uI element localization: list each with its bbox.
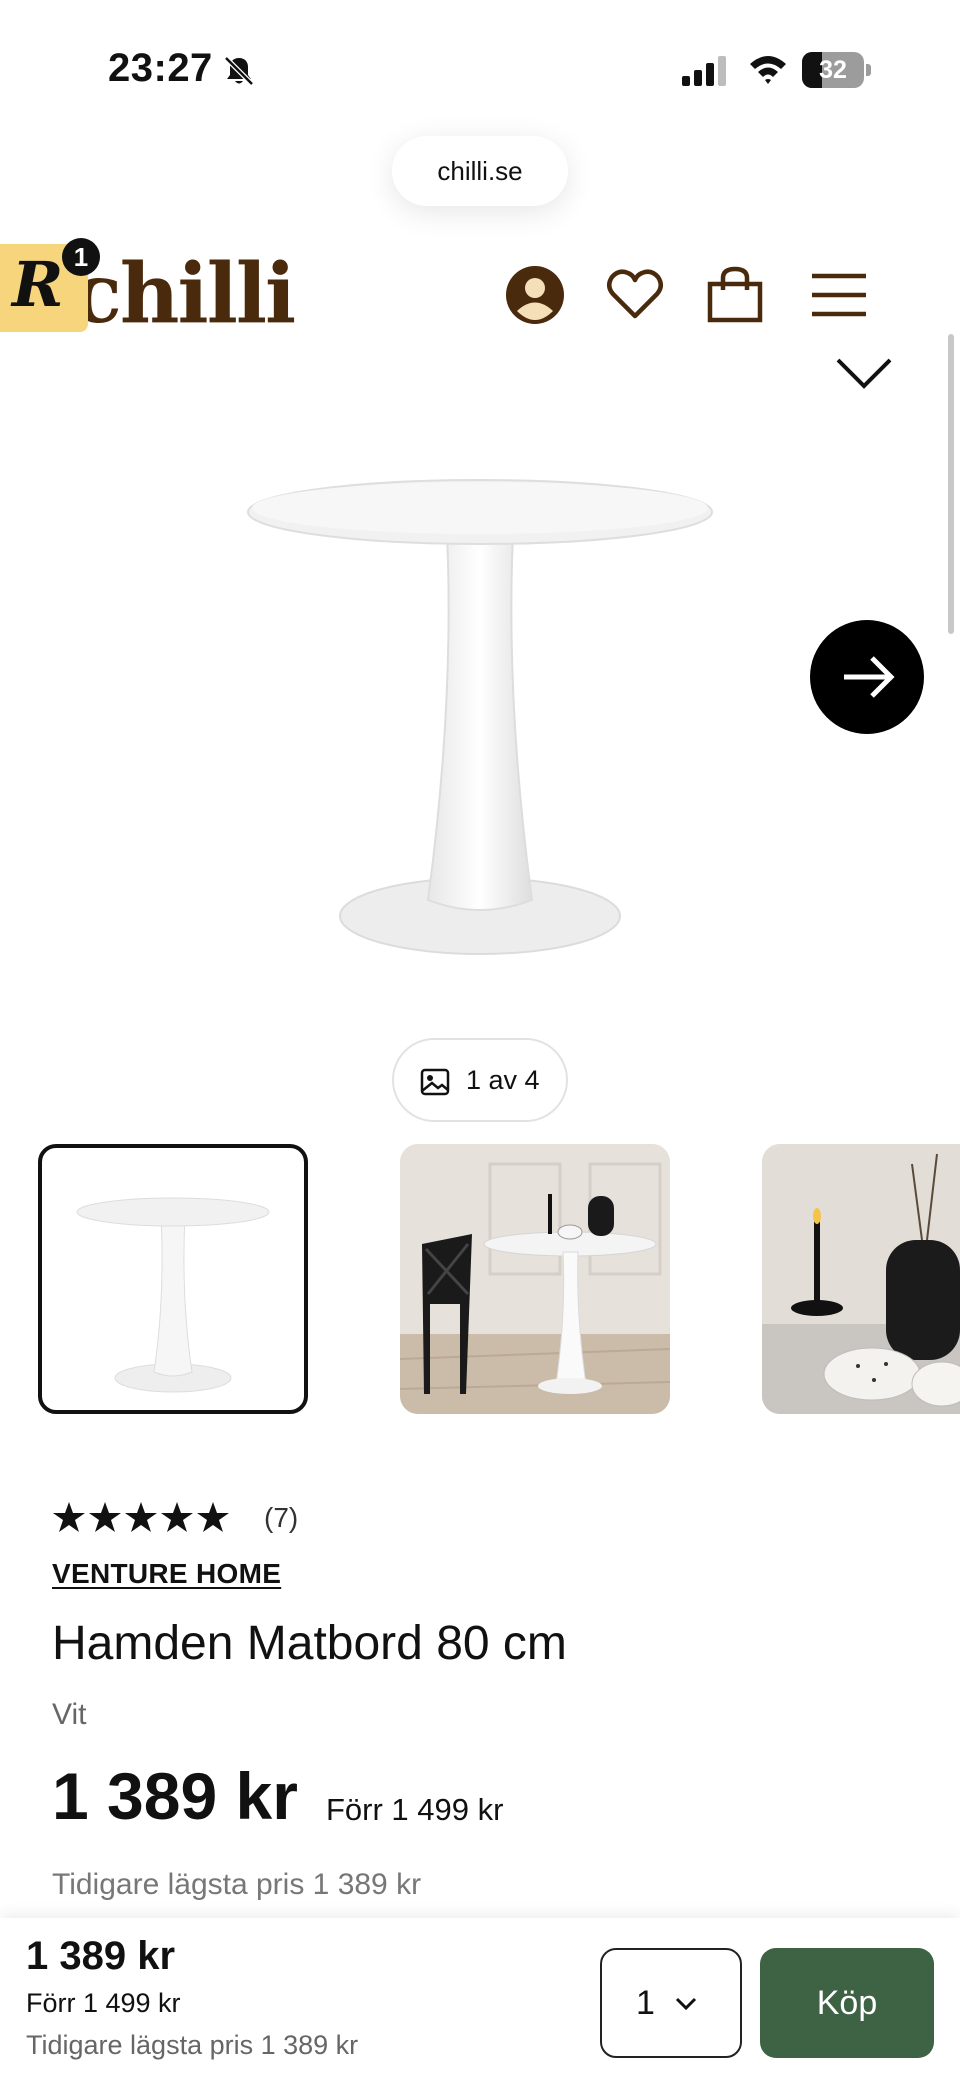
sticky-buy-bar: 1 389 kr Förr 1 499 kr Tidigare lägsta p… [0, 1918, 960, 2086]
star-icon [53, 1502, 85, 1532]
star-icon [89, 1502, 121, 1532]
product-title: Hamden Matbord 80 cm [52, 1617, 567, 1670]
thumbnail-table-image [76, 1197, 270, 1393]
star-icon [125, 1502, 157, 1532]
account-icon[interactable] [504, 264, 566, 326]
page-scrollbar[interactable] [948, 334, 954, 634]
sticky-before-price: Förr 1 499 kr [26, 1988, 181, 2018]
thumbnail-closeup-image [762, 1144, 960, 1414]
review-count[interactable]: (7) [264, 1502, 298, 1534]
menu-icon[interactable] [808, 264, 870, 326]
before-price: Förr 1 499 kr [326, 1792, 504, 1827]
arrow-right-icon [844, 656, 895, 698]
signal-icon [682, 56, 726, 86]
sticky-lowest-price: Tidigare lägsta pris 1 389 kr [26, 2030, 359, 2060]
status-time: 23:27 [108, 46, 213, 90]
image-counter-text: 1 av 4 [466, 1065, 540, 1095]
quantity-select[interactable]: 1 [600, 1948, 742, 2058]
thumbnail-2[interactable] [400, 1144, 670, 1414]
rewards-badge[interactable]: R 1 [0, 238, 100, 332]
thumbnail-3[interactable] [762, 1144, 960, 1414]
product-main-image[interactable] [220, 440, 740, 980]
product-price: 1 389 kr [52, 1759, 298, 1833]
bag-icon[interactable] [704, 264, 766, 326]
next-image-button[interactable] [810, 620, 924, 734]
heart-icon[interactable] [604, 264, 666, 326]
image-counter: 1 av 4 [392, 1038, 568, 1122]
status-bar: 23:27 32 [0, 0, 960, 120]
thumbnail-room-image [400, 1144, 670, 1414]
battery-percent: 32 [819, 56, 847, 84]
quantity-value: 1 [636, 1984, 655, 2022]
chevron-down-icon [675, 1997, 697, 2011]
image-icon [420, 1068, 450, 1096]
product-rating[interactable]: (7) [52, 1500, 298, 1540]
brand-link[interactable]: VENTURE HOME [52, 1558, 281, 1590]
thumbnail-1[interactable] [38, 1144, 308, 1414]
product-color: Vit [52, 1698, 87, 1731]
buy-button[interactable]: Köp [760, 1948, 934, 2058]
bell-off-icon [224, 56, 254, 86]
sticky-price: 1 389 kr [26, 1934, 176, 1978]
wifi-icon [750, 56, 786, 84]
url-bar[interactable]: chilli.se [392, 136, 568, 206]
site-header: chilli R 1 [0, 230, 960, 360]
chevron-down-icon[interactable] [834, 350, 894, 400]
battery-indicator: 32 [802, 52, 872, 88]
rewards-letter: R [12, 248, 64, 321]
star-icon [197, 1502, 229, 1532]
site-logo[interactable]: chilli [72, 246, 296, 342]
star-icon [161, 1502, 193, 1532]
lowest-price-note: Tidigare lägsta pris 1 389 kr [52, 1868, 422, 1901]
rewards-count: 1 [62, 238, 100, 276]
